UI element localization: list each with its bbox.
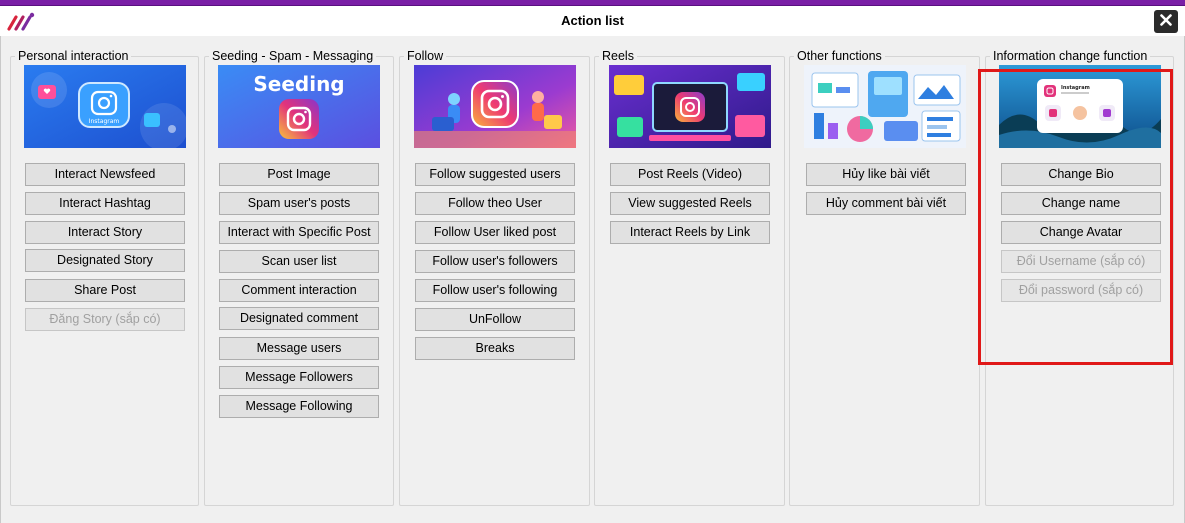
message-following-button[interactable]: Message Following bbox=[219, 395, 379, 418]
interact-reels-by-link-button[interactable]: Interact Reels by Link bbox=[610, 221, 770, 244]
group-information-change: Information change function Instagram Ch… bbox=[985, 49, 1174, 506]
svg-text:Seeding: Seeding bbox=[253, 72, 344, 96]
follow-banner-image bbox=[413, 65, 576, 148]
interact-story-button[interactable]: Interact Story bbox=[25, 221, 185, 244]
change-username-button-disabled: Đổi Username (sắp có) bbox=[1001, 250, 1161, 273]
post-story-button-disabled: Đăng Story (sắp có) bbox=[25, 308, 185, 331]
information-change-banner-image: Instagram bbox=[998, 65, 1161, 148]
change-name-button[interactable]: Change name bbox=[1001, 192, 1161, 215]
designated-comment-button[interactable]: Designated comment bbox=[219, 307, 379, 330]
post-reels-video-button[interactable]: Post Reels (Video) bbox=[610, 163, 770, 186]
group-other-functions: Other functions Hủy like bài viết Hủy co… bbox=[789, 49, 980, 506]
message-followers-button[interactable]: Message Followers bbox=[219, 366, 379, 389]
svg-text:Instagram: Instagram bbox=[88, 118, 119, 125]
group-follow: Follow Follow suggested users Follow the… bbox=[399, 49, 590, 506]
title-bar: Action list bbox=[0, 6, 1185, 36]
group-title: Personal interaction bbox=[15, 49, 132, 63]
follow-user-liked-post-button[interactable]: Follow User liked post bbox=[415, 221, 575, 244]
instagram-banner-image: Instagram bbox=[23, 65, 186, 148]
group-title: Other functions bbox=[794, 49, 885, 63]
follow-users-followers-button[interactable]: Follow user's followers bbox=[415, 250, 575, 273]
group-seeding-spam-messaging: Seeding - Spam - Messaging Seeding Post … bbox=[204, 49, 394, 506]
designated-story-button[interactable]: Designated Story bbox=[25, 249, 185, 272]
post-image-button[interactable]: Post Image bbox=[219, 163, 379, 186]
close-icon bbox=[1160, 14, 1172, 29]
interact-specific-post-button[interactable]: Interact with Specific Post bbox=[219, 221, 379, 244]
action-list-panel: Personal interaction Instagram Interact … bbox=[0, 36, 1185, 523]
group-title: Follow bbox=[404, 49, 447, 63]
message-users-button[interactable]: Message users bbox=[219, 337, 379, 360]
comment-interaction-button[interactable]: Comment interaction bbox=[219, 279, 379, 302]
follow-users-following-button[interactable]: Follow user's following bbox=[415, 279, 575, 302]
group-personal-interaction: Personal interaction Instagram Interact … bbox=[10, 49, 199, 506]
reels-banner-image bbox=[608, 65, 771, 148]
window-title: Action list bbox=[561, 13, 624, 28]
close-button[interactable] bbox=[1154, 10, 1178, 33]
change-bio-button[interactable]: Change Bio bbox=[1001, 163, 1161, 186]
group-reels: Reels Post Reels (Video) View suggested … bbox=[594, 49, 785, 506]
interact-hashtag-button[interactable]: Interact Hashtag bbox=[25, 192, 185, 215]
svg-text:Instagram: Instagram bbox=[1061, 85, 1090, 91]
other-functions-banner-image bbox=[803, 65, 966, 148]
interact-newsfeed-button[interactable]: Interact Newsfeed bbox=[25, 163, 185, 186]
group-title: Reels bbox=[599, 49, 637, 63]
unlike-post-button[interactable]: Hủy like bài viết bbox=[806, 163, 966, 186]
group-title: Information change function bbox=[990, 49, 1151, 63]
share-post-button[interactable]: Share Post bbox=[25, 279, 185, 302]
delete-comment-button[interactable]: Hủy comment bài viết bbox=[806, 192, 966, 215]
group-title: Seeding - Spam - Messaging bbox=[209, 49, 377, 63]
change-avatar-button[interactable]: Change Avatar bbox=[1001, 221, 1161, 244]
breaks-button[interactable]: Breaks bbox=[415, 337, 575, 360]
follow-suggested-users-button[interactable]: Follow suggested users bbox=[415, 163, 575, 186]
view-suggested-reels-button[interactable]: View suggested Reels bbox=[610, 192, 770, 215]
seeding-banner-image: Seeding bbox=[218, 65, 380, 148]
follow-by-user-button[interactable]: Follow theo User bbox=[415, 192, 575, 215]
change-password-button-disabled: Đổi password (sắp có) bbox=[1001, 279, 1161, 302]
unfollow-button[interactable]: UnFollow bbox=[415, 308, 575, 331]
scan-user-list-button[interactable]: Scan user list bbox=[219, 250, 379, 273]
spam-user-posts-button[interactable]: Spam user's posts bbox=[219, 192, 379, 215]
